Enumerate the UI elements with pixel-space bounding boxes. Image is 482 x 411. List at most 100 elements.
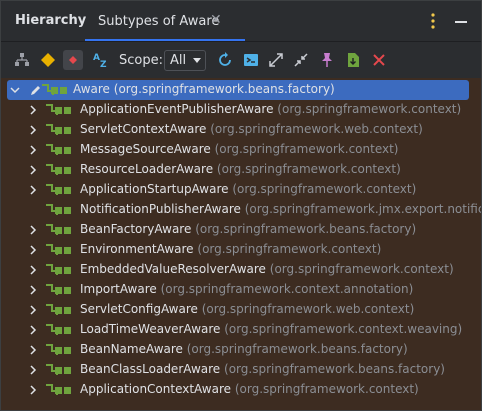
scope-value: All bbox=[170, 53, 187, 68]
chevron-right-icon[interactable] bbox=[27, 384, 39, 396]
package-name: (org.springframework.web.context) bbox=[201, 302, 415, 316]
tree-row[interactable]: ResourceLoaderAware (org.springframework… bbox=[1, 160, 481, 180]
tree-row[interactable]: MessageSourceAware (org.springframework.… bbox=[1, 140, 481, 160]
class-name: NotificationPublisherAware bbox=[80, 202, 241, 216]
package-name: (org.springframework.context.annotation) bbox=[160, 282, 414, 296]
tab-subtypes-of-aware[interactable]: Subtypes of Aware ✕ bbox=[85, 1, 245, 41]
tree-row[interactable]: LoadTimeWeaverAware (org.springframework… bbox=[1, 320, 481, 340]
chevron-right-icon[interactable] bbox=[27, 144, 39, 156]
tool-window-header: Hierarchy Subtypes of Aware ✕ bbox=[1, 1, 481, 42]
chevron-right-icon[interactable] bbox=[27, 304, 39, 316]
interface-icon bbox=[46, 324, 71, 335]
chevron-right-icon[interactable] bbox=[27, 344, 39, 356]
close-icon[interactable] bbox=[369, 50, 389, 70]
package-name: (org.springframework.beans.factory) bbox=[186, 342, 408, 356]
chevron-right-icon[interactable] bbox=[27, 324, 39, 336]
class-name: ServletConfigAware bbox=[80, 302, 198, 316]
class-name: BeanFactoryAware bbox=[80, 222, 192, 236]
interface-icon bbox=[46, 304, 71, 315]
class-name: Aware bbox=[73, 82, 110, 96]
subtypes-icon[interactable] bbox=[63, 50, 83, 70]
package-name: (org.springframework.context) bbox=[216, 162, 401, 176]
package-name: (org.springframework.beans.factory) bbox=[113, 82, 335, 96]
tab-label: Subtypes of Aware bbox=[98, 14, 220, 29]
tool-window-title: Hierarchy bbox=[15, 13, 87, 28]
chevron-down-icon bbox=[193, 58, 201, 63]
package-name: (org.springframework.context) bbox=[234, 382, 419, 396]
collapse-all-icon[interactable] bbox=[291, 50, 311, 70]
tree-row[interactable]: ServletConfigAware (org.springframework.… bbox=[1, 300, 481, 320]
package-name: (org.springframework.context) bbox=[269, 262, 454, 276]
pin-icon[interactable] bbox=[317, 50, 337, 70]
interface-icon bbox=[46, 244, 71, 255]
chevron-right-icon[interactable] bbox=[27, 224, 39, 236]
tree-row[interactable]: BeanClassLoaderAware (org.springframewor… bbox=[1, 360, 481, 380]
package-name: (org.springframework.beans.factory) bbox=[224, 362, 445, 376]
export-icon[interactable] bbox=[343, 50, 363, 70]
class-name: BeanNameAware bbox=[80, 342, 183, 356]
class-name: MessageSourceAware bbox=[80, 142, 211, 156]
class-name: ApplicationStartupAware bbox=[80, 182, 229, 196]
interface-icon bbox=[42, 84, 67, 95]
supertypes-icon[interactable] bbox=[38, 50, 58, 70]
tree-row[interactable]: BeanNameAware (org.springframework.beans… bbox=[1, 340, 481, 360]
tree-row[interactable]: EmbeddedValueResolverAware (org.springfr… bbox=[1, 260, 481, 280]
expand-all-icon[interactable] bbox=[266, 50, 286, 70]
hierarchy-tree: Aware (org.springframework.beans.factory… bbox=[1, 78, 481, 410]
chevron-right-icon[interactable] bbox=[27, 184, 39, 196]
svg-text:Z: Z bbox=[100, 60, 107, 70]
package-name: (org.springframework.context) bbox=[214, 142, 399, 156]
tree-row[interactable]: ApplicationContextAware (org.springframe… bbox=[1, 380, 481, 400]
interface-icon bbox=[46, 144, 71, 155]
tree-row[interactable]: ImportAware (org.springframework.context… bbox=[1, 280, 481, 300]
tree-row[interactable]: ServletContextAware (org.springframework… bbox=[1, 120, 481, 140]
tree-row[interactable]: ApplicationEventPublisherAware (org.spri… bbox=[1, 100, 481, 120]
autoscroll-to-source-icon[interactable] bbox=[241, 50, 261, 70]
package-name: (org.springframework.beans.factory) bbox=[195, 222, 417, 236]
interface-icon bbox=[46, 124, 71, 135]
package-name: (org.springframework.context) bbox=[232, 182, 417, 196]
interface-icon bbox=[46, 204, 71, 215]
chevron-right-icon[interactable] bbox=[27, 244, 39, 256]
class-name: ServletContextAware bbox=[80, 122, 207, 136]
interface-icon bbox=[46, 284, 71, 295]
package-name: (org.springframework.context) bbox=[197, 242, 382, 256]
type-hierarchy-icon[interactable] bbox=[12, 50, 32, 70]
class-name: EmbeddedValueResolverAware bbox=[80, 262, 266, 276]
hierarchy-toolbar: AZ Scope: All bbox=[1, 42, 481, 78]
hierarchy-tool-window: Hierarchy Subtypes of Aware ✕ AZ Scope: … bbox=[0, 0, 482, 411]
class-name: LoadTimeWeaverAware bbox=[80, 322, 221, 336]
tree-row[interactable]: EnvironmentAware (org.springframework.co… bbox=[1, 240, 481, 260]
more-options-icon[interactable] bbox=[429, 11, 437, 31]
tree-row[interactable]: ApplicationStartupAware (org.springframe… bbox=[1, 180, 481, 200]
chevron-right-icon[interactable] bbox=[27, 124, 39, 136]
minimize-icon[interactable] bbox=[455, 21, 467, 23]
interface-icon bbox=[46, 364, 71, 375]
package-name: (org.springframework.jmx.export.notifica… bbox=[244, 202, 482, 216]
chevron-down-icon[interactable] bbox=[9, 84, 21, 96]
chevron-right-icon[interactable] bbox=[27, 164, 39, 176]
class-name: ApplicationEventPublisherAware bbox=[80, 102, 274, 116]
class-name: ApplicationContextAware bbox=[80, 382, 232, 396]
scope-dropdown[interactable]: All bbox=[164, 50, 206, 71]
interface-icon bbox=[46, 104, 71, 115]
chevron-right-icon[interactable] bbox=[27, 284, 39, 296]
interface-icon bbox=[46, 384, 71, 395]
interface-icon bbox=[46, 264, 71, 275]
class-name: ResourceLoaderAware bbox=[80, 162, 214, 176]
tree-row[interactable]: BeanFactoryAware (org.springframework.be… bbox=[1, 220, 481, 240]
sort-alpha-icon[interactable]: AZ bbox=[91, 50, 111, 70]
tab-close-icon[interactable]: ✕ bbox=[210, 12, 222, 28]
interface-icon bbox=[46, 224, 71, 235]
refresh-icon[interactable] bbox=[215, 50, 235, 70]
tree-row[interactable]: NotificationPublisherAware (org.springfr… bbox=[1, 200, 481, 220]
chevron-right-icon[interactable] bbox=[27, 104, 39, 116]
package-name: (org.springframework.web.context) bbox=[210, 122, 423, 136]
chevron-right-icon[interactable] bbox=[27, 264, 39, 276]
scope-label: Scope: bbox=[119, 53, 163, 68]
tree-root-row[interactable]: Aware (org.springframework.beans.factory… bbox=[7, 80, 469, 100]
class-name: ImportAware bbox=[80, 282, 157, 296]
class-name: BeanClassLoaderAware bbox=[80, 362, 221, 376]
chevron-right-icon[interactable] bbox=[27, 364, 39, 376]
class-name: EnvironmentAware bbox=[80, 242, 194, 256]
